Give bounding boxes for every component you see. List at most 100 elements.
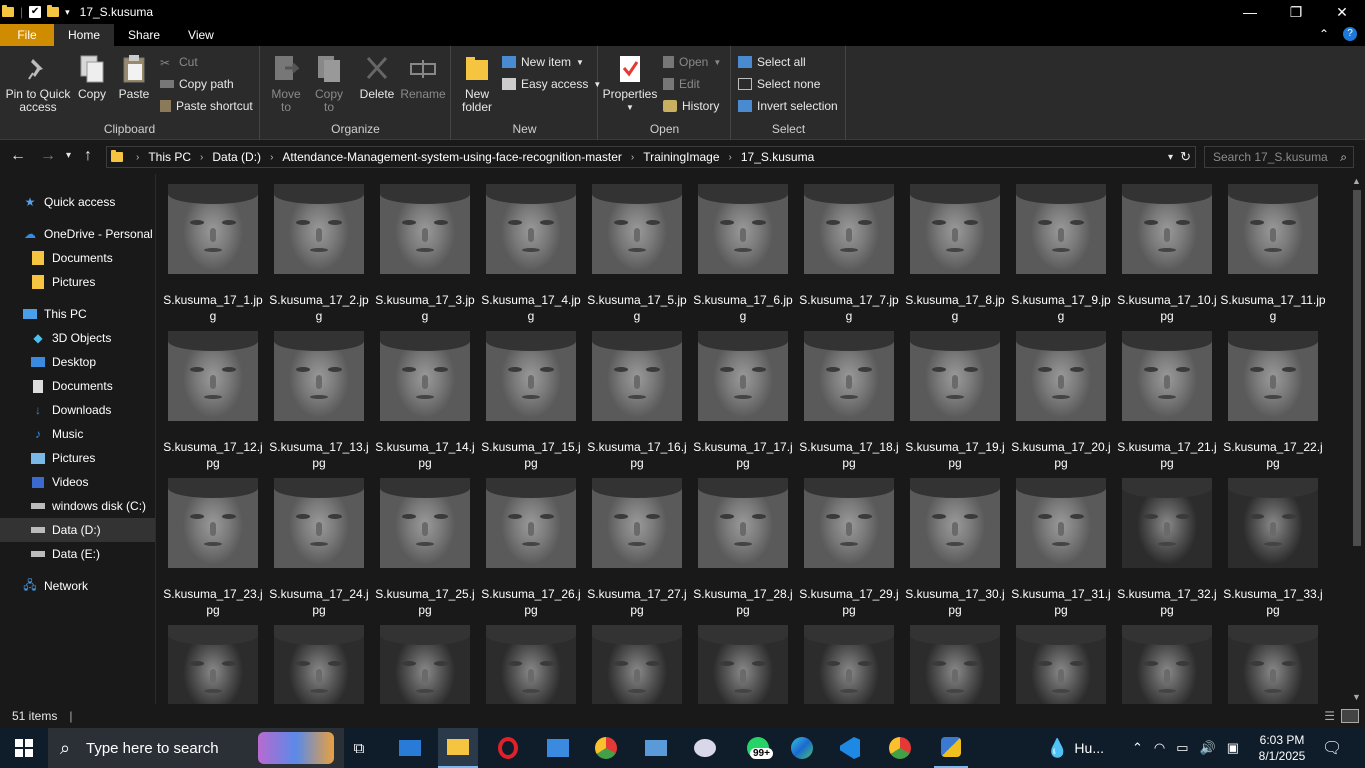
- details-view-icon[interactable]: ☰: [1324, 709, 1335, 723]
- file-item[interactable]: S.kusuma_17_24.jpg: [269, 468, 380, 617]
- tab-file[interactable]: File: [0, 24, 54, 46]
- file-item[interactable]: [698, 615, 804, 704]
- nav-pictures[interactable]: Pictures: [0, 446, 155, 470]
- file-item[interactable]: S.kusuma_17_2.jpg: [269, 174, 380, 323]
- nav-drive-c[interactable]: windows disk (C:): [0, 494, 155, 518]
- python-icon[interactable]: [934, 728, 968, 768]
- open-button[interactable]: Open ▼: [663, 55, 721, 69]
- file-item[interactable]: [380, 615, 486, 704]
- file-item[interactable]: S.kusuma_17_23.jpg: [163, 468, 274, 617]
- recent-locations-icon[interactable]: ▾: [66, 150, 71, 161]
- task-view-icon[interactable]: ⧉: [344, 728, 374, 768]
- search-icon[interactable]: ⌕: [1340, 150, 1347, 165]
- cut-button[interactable]: ✂ Cut: [160, 55, 198, 70]
- delete-button[interactable]: Delete: [357, 54, 397, 101]
- taskbar-search-input[interactable]: ⌕ Type here to search: [48, 728, 344, 768]
- help-icon[interactable]: ?: [1343, 27, 1357, 41]
- copy-to-button[interactable]: Copy to: [311, 54, 347, 114]
- minimize-button[interactable]: —: [1227, 0, 1273, 24]
- nav-drive-e[interactable]: Data (E:): [0, 542, 155, 566]
- file-item[interactable]: [168, 615, 274, 704]
- file-item[interactable]: S.kusuma_17_21.jpg: [1117, 321, 1228, 470]
- nav-onedrive-documents[interactable]: Documents: [0, 246, 155, 270]
- chevron-right-icon[interactable]: ›: [729, 152, 732, 163]
- copy-path-button[interactable]: Copy path: [160, 77, 234, 91]
- mail-icon[interactable]: [394, 728, 426, 768]
- up-arrow-icon[interactable]: ↑: [84, 147, 92, 165]
- nav-this-pc[interactable]: This PC: [0, 302, 155, 326]
- move-to-button[interactable]: Move to: [267, 54, 305, 114]
- tab-share[interactable]: Share: [114, 24, 174, 46]
- file-item[interactable]: [1122, 615, 1228, 704]
- file-item[interactable]: [804, 615, 910, 704]
- scroll-down-icon[interactable]: ▼: [1352, 692, 1361, 702]
- new-folder-button[interactable]: New folder: [458, 54, 496, 114]
- file-item[interactable]: S.kusuma_17_16.jpg: [587, 321, 698, 470]
- invert-selection-button[interactable]: Invert selection: [738, 99, 838, 113]
- display-icon[interactable]: ▣: [1227, 740, 1239, 756]
- file-item[interactable]: S.kusuma_17_25.jpg: [375, 468, 486, 617]
- edit-button[interactable]: Edit: [663, 77, 700, 91]
- tab-view[interactable]: View: [174, 24, 228, 46]
- vscode-icon[interactable]: [834, 728, 866, 768]
- nav-desktop[interactable]: Desktop: [0, 350, 155, 374]
- nav-videos[interactable]: Videos: [0, 470, 155, 494]
- file-item[interactable]: S.kusuma_17_28.jpg: [693, 468, 804, 617]
- new-folder-icon[interactable]: [47, 5, 60, 17]
- file-item[interactable]: S.kusuma_17_30.jpg: [905, 468, 1016, 617]
- chrome-icon[interactable]: [590, 728, 622, 768]
- paint-icon[interactable]: [688, 728, 722, 768]
- breadcrumb-item[interactable]: This PC: [148, 150, 191, 164]
- file-item[interactable]: [592, 615, 698, 704]
- edge-icon[interactable]: [786, 728, 818, 768]
- file-item[interactable]: S.kusuma_17_31.jpg: [1011, 468, 1122, 617]
- new-item-button[interactable]: New item ▼: [502, 55, 584, 69]
- notification-icon[interactable]: 🗨: [1322, 728, 1342, 768]
- file-item[interactable]: S.kusuma_17_17.jpg: [693, 321, 804, 470]
- forward-arrow-icon[interactable]: →: [40, 147, 56, 165]
- properties-icon[interactable]: ✔: [29, 6, 42, 18]
- scroll-up-icon[interactable]: ▲: [1352, 176, 1361, 186]
- breadcrumb-item[interactable]: Data (D:): [212, 150, 261, 164]
- volume-icon[interactable]: 🔊: [1200, 740, 1216, 756]
- file-item[interactable]: S.kusuma_17_27.jpg: [587, 468, 698, 617]
- file-item[interactable]: S.kusuma_17_20.jpg: [1011, 321, 1122, 470]
- copy-button[interactable]: Copy: [76, 54, 108, 101]
- chevron-right-icon[interactable]: ›: [200, 152, 203, 163]
- large-icons-view-icon[interactable]: [1341, 709, 1359, 723]
- nav-network[interactable]: 🖧 Network: [0, 574, 155, 598]
- chevron-right-icon[interactable]: ›: [270, 152, 273, 163]
- file-item[interactable]: S.kusuma_17_15.jpg: [481, 321, 592, 470]
- file-item[interactable]: S.kusuma_17_29.jpg: [799, 468, 910, 617]
- close-button[interactable]: ✕: [1319, 0, 1365, 24]
- file-item[interactable]: [274, 615, 380, 704]
- vertical-scrollbar[interactable]: ▲ ▼: [1349, 174, 1365, 704]
- properties-button[interactable]: Properties ▼: [603, 54, 657, 114]
- pin-quick-access-button[interactable]: Pin to Quick access: [4, 54, 72, 114]
- tab-home[interactable]: Home: [54, 24, 115, 46]
- nav-quick-access[interactable]: ★ Quick access: [0, 190, 155, 214]
- nav-music[interactable]: ♪ Music: [0, 422, 155, 446]
- chevron-right-icon[interactable]: ›: [631, 152, 634, 163]
- select-none-button[interactable]: Select none: [738, 77, 820, 91]
- wifi-icon[interactable]: ◠: [1154, 740, 1165, 756]
- file-item[interactable]: [1016, 615, 1122, 704]
- file-item[interactable]: S.kusuma_17_11.jpg: [1220, 174, 1334, 323]
- address-dropdown-icon[interactable]: ▾: [1168, 152, 1173, 163]
- history-button[interactable]: History: [663, 99, 719, 113]
- breadcrumb-item[interactable]: TrainingImage: [643, 150, 719, 164]
- search-input[interactable]: Search 17_S.kusuma ⌕: [1204, 146, 1354, 168]
- nav-documents[interactable]: Documents: [0, 374, 155, 398]
- file-item[interactable]: S.kusuma_17_4.jpg: [481, 174, 592, 323]
- maximize-button[interactable]: ❐: [1273, 0, 1319, 24]
- app-icon[interactable]: [542, 728, 574, 768]
- nav-onedrive[interactable]: ☁ OneDrive - Personal: [0, 222, 155, 246]
- easy-access-button[interactable]: Easy access ▼: [502, 77, 601, 91]
- file-item[interactable]: S.kusuma_17_18.jpg: [799, 321, 910, 470]
- scrollbar-thumb[interactable]: [1353, 190, 1361, 546]
- select-all-button[interactable]: Select all: [738, 55, 806, 69]
- file-item[interactable]: S.kusuma_17_32.jpg: [1117, 468, 1228, 617]
- chrome-profile-icon[interactable]: [884, 728, 916, 768]
- nav-drive-d[interactable]: Data (D:): [0, 518, 155, 542]
- desktop-app-icon[interactable]: [640, 728, 672, 768]
